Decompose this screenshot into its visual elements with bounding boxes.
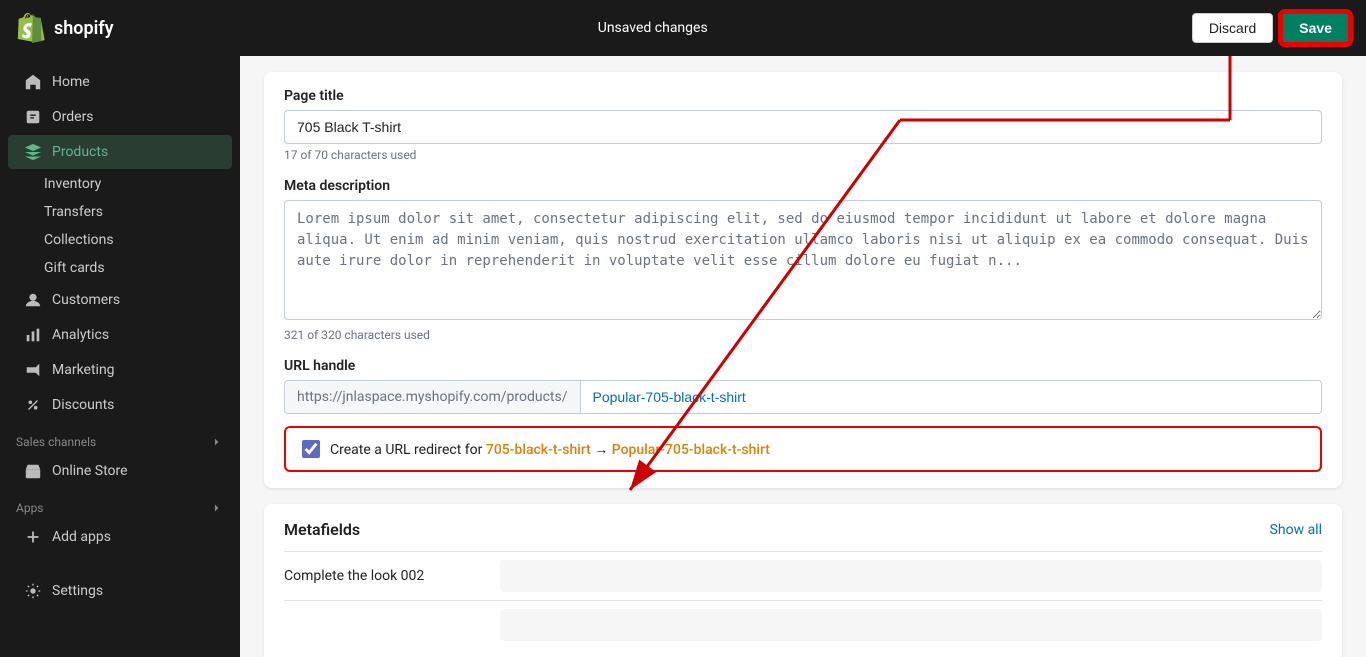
chevron-right-icon (210, 435, 224, 449)
store-icon (24, 462, 42, 480)
sidebar-label-add-apps: Add apps (52, 529, 111, 545)
main-content: Page title 17 of 70 characters used Meta… (240, 56, 1366, 657)
sidebar-item-products[interactable]: Products (8, 135, 232, 169)
redirect-box: Create a URL redirect for 705-black-t-sh… (284, 426, 1322, 472)
apps-label: Apps (16, 501, 44, 515)
sidebar-label-settings: Settings (52, 583, 103, 599)
sidebar-item-customers[interactable]: Customers (8, 283, 232, 317)
marketing-icon (24, 361, 42, 379)
logo-text: shopify (54, 18, 114, 39)
meta-desc-label: Meta description (284, 178, 1322, 194)
meta-desc-char-count: 321 of 320 characters used (284, 328, 1322, 342)
metafields-card: Metafields Show all Complete the look 00… (264, 504, 1342, 657)
sidebar-item-collections[interactable]: Collections (0, 226, 240, 254)
layout: Home Orders Products Inventory Transfers… (0, 56, 1366, 657)
sidebar-label-analytics: Analytics (52, 327, 109, 343)
sidebar-label-home: Home (52, 74, 90, 90)
metafields-title: Metafields (284, 520, 360, 539)
sidebar-item-analytics[interactable]: Analytics (8, 318, 232, 352)
redirect-label: Create a URL redirect for 705-black-t-sh… (330, 441, 770, 458)
sidebar-item-inventory[interactable]: Inventory (0, 170, 240, 198)
page-title-input[interactable] (284, 110, 1322, 144)
sidebar-label-collections: Collections (44, 232, 114, 248)
sidebar-item-marketing[interactable]: Marketing (8, 353, 232, 387)
sidebar-label-customers: Customers (52, 292, 120, 308)
sidebar-item-gift-cards[interactable]: Gift cards (0, 254, 240, 282)
orders-icon (24, 108, 42, 126)
sidebar-label-orders: Orders (52, 109, 94, 125)
discard-button[interactable]: Discard (1192, 13, 1273, 43)
url-handle-row: https://jnlaspace.myshopify.com/products… (284, 380, 1322, 414)
sidebar-label-online-store: Online Store (52, 463, 128, 479)
metafield-row-2 (284, 600, 1322, 649)
page-title-char-count: 17 of 70 characters used (284, 148, 1322, 162)
topbar-left: shopify (16, 13, 114, 43)
url-handle-input[interactable] (581, 381, 1322, 413)
sales-channels-section: Sales channels (0, 423, 240, 453)
sidebar: Home Orders Products Inventory Transfers… (0, 56, 240, 657)
redirect-checkbox[interactable] (302, 440, 320, 458)
sidebar-item-orders[interactable]: Orders (8, 100, 232, 134)
page-title-label: Page title (284, 88, 1322, 104)
redirect-old-url: 705-black-t-shirt (486, 442, 591, 458)
customers-icon (24, 291, 42, 309)
save-button[interactable]: Save (1281, 12, 1350, 44)
sidebar-label-marketing: Marketing (52, 362, 115, 378)
sidebar-label-discounts: Discounts (52, 397, 114, 413)
metafields-header: Metafields Show all (284, 520, 1322, 539)
metafield-name: Complete the look 002 (284, 568, 484, 584)
sidebar-label-transfers: Transfers (44, 204, 103, 220)
sidebar-item-home[interactable]: Home (8, 65, 232, 99)
url-handle-label: URL handle (284, 358, 1322, 374)
sidebar-item-settings[interactable]: Settings (8, 574, 232, 608)
sidebar-label-inventory: Inventory (44, 176, 101, 192)
sidebar-item-add-apps[interactable]: Add apps (8, 520, 232, 554)
products-icon (24, 143, 42, 161)
redirect-arrow: → (594, 442, 611, 458)
url-prefix: https://jnlaspace.myshopify.com/products… (285, 381, 581, 413)
plus-icon (24, 528, 42, 546)
analytics-icon (24, 326, 42, 344)
discounts-icon (24, 396, 42, 414)
sidebar-label-gift-cards: Gift cards (44, 260, 105, 276)
topbar: shopify Unsaved changes Discard Save (0, 0, 1366, 56)
metafield-value-2 (500, 609, 1322, 641)
topbar-title: Unsaved changes (598, 20, 708, 36)
sidebar-label-products: Products (52, 144, 108, 160)
home-icon (24, 73, 42, 91)
metafield-value (500, 560, 1322, 592)
topbar-actions: Discard Save (1192, 12, 1350, 44)
chevron-right-icon-apps (210, 501, 224, 515)
sidebar-item-online-store[interactable]: Online Store (8, 454, 232, 488)
show-all-link[interactable]: Show all (1270, 522, 1322, 538)
meta-description-input[interactable] (284, 200, 1322, 320)
apps-section: Apps (0, 489, 240, 519)
redirect-new-url: Popular-705-black-t-shirt (612, 442, 770, 458)
sidebar-item-transfers[interactable]: Transfers (0, 198, 240, 226)
metafield-row: Complete the look 002 (284, 551, 1322, 600)
shopify-logo: shopify (16, 13, 114, 43)
settings-icon (24, 582, 42, 600)
sales-channels-label: Sales channels (16, 435, 96, 449)
page-title-card: Page title 17 of 70 characters used Meta… (264, 72, 1342, 488)
sidebar-item-discounts[interactable]: Discounts (8, 388, 232, 422)
